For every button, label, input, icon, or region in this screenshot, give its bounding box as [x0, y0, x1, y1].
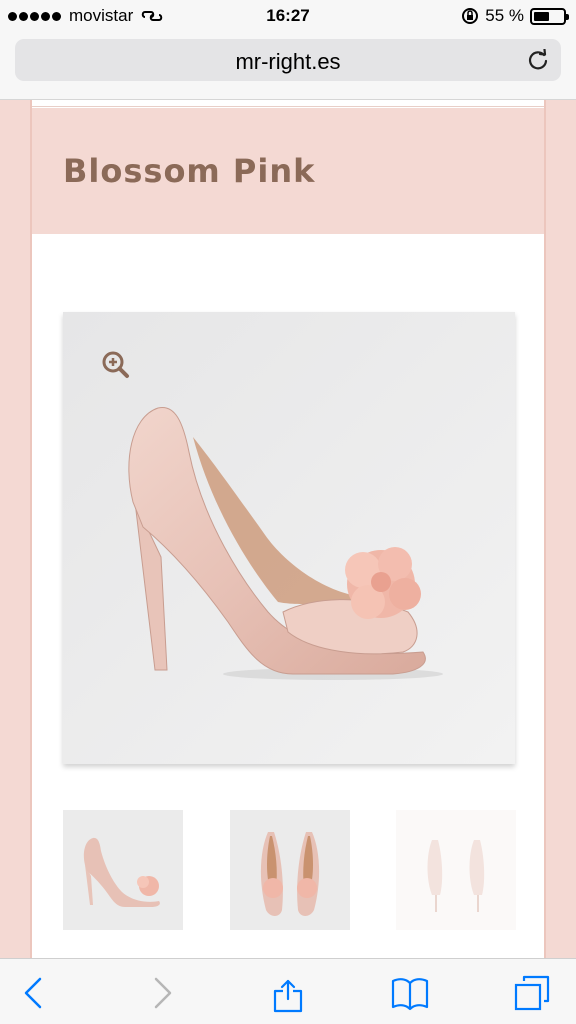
- status-bar: movistar 16:27 55 %: [0, 0, 576, 34]
- thumbnail-back-view[interactable]: [396, 810, 516, 930]
- orientation-lock-icon: [462, 8, 479, 24]
- title-band: Blossom Pink: [32, 108, 544, 234]
- thumbnail-front-view[interactable]: [230, 810, 350, 930]
- battery-level: [534, 11, 550, 21]
- url-text[interactable]: mr-right.es: [15, 49, 561, 75]
- battery-icon: [530, 7, 569, 25]
- share-icon: [273, 979, 303, 1013]
- url-field[interactable]: mr-right.es: [15, 39, 561, 81]
- browser-toolbar: [0, 958, 576, 1024]
- back-button[interactable]: [14, 973, 54, 1013]
- thumbnail-side-view[interactable]: [63, 810, 183, 930]
- zoom-in-icon[interactable]: [101, 350, 131, 380]
- battery-percent: 55 %: [485, 6, 524, 25]
- top-divider: [32, 100, 544, 107]
- shoe-side-thumbnail: [83, 837, 160, 907]
- product-title: Blossom Pink: [63, 152, 316, 190]
- flower-detail: [345, 547, 421, 619]
- bookmarks-button[interactable]: [390, 973, 430, 1013]
- forward-button[interactable]: [142, 973, 182, 1013]
- shoe-pair-thumbnail: [260, 832, 320, 916]
- page-content: Blossom Pink: [30, 100, 546, 960]
- reload-icon[interactable]: [527, 49, 549, 71]
- share-button[interactable]: [268, 973, 308, 1013]
- chevron-left-icon: [24, 977, 42, 1009]
- book-icon: [391, 978, 429, 1011]
- shoe-back-thumbnail: [427, 840, 485, 912]
- chevron-right-icon: [154, 977, 172, 1009]
- status-right: 55 %: [461, 6, 569, 26]
- product-main-image[interactable]: [63, 312, 515, 764]
- browser-address-area: mr-right.es: [0, 34, 576, 100]
- tabs-icon: [514, 975, 550, 1011]
- tabs-button[interactable]: [512, 973, 552, 1013]
